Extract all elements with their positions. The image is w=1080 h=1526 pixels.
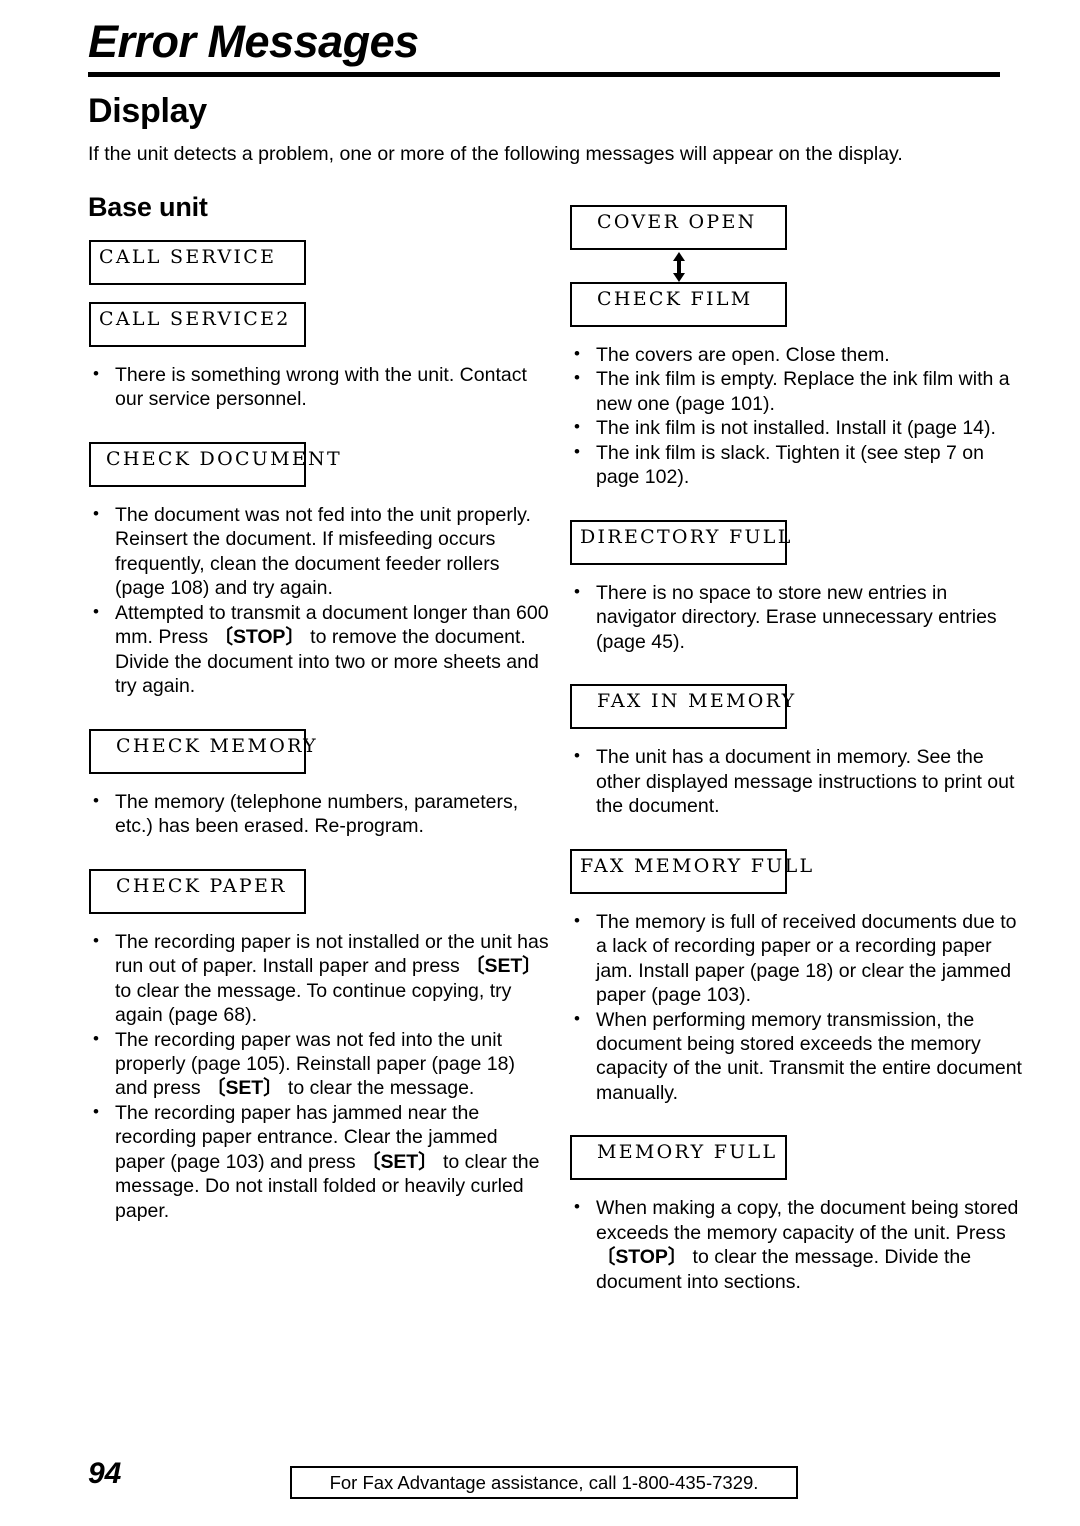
fax-advantage-notice: For Fax Advantage assistance, call 1-800… <box>290 1466 798 1499</box>
list-item: The recording paper has jammed near the … <box>89 1100 549 1223</box>
lcd-display-text: CHECK PAPER <box>116 874 287 897</box>
key-label-set: 〔SET〕 <box>465 955 542 978</box>
list-item: Attempted to transmit a document longer … <box>89 600 549 699</box>
list-item: There is no space to store new entries i… <box>570 580 1030 654</box>
lcd-display-text: CHECK DOCUMENT <box>106 447 342 470</box>
subsection-title: Base unit <box>88 192 208 222</box>
list-item: When performing memory transmission, the… <box>570 1007 1030 1106</box>
message-group: CHECK DOCUMENT The document was not fed i… <box>89 441 549 699</box>
message-group: CHECK PAPER The recording paper is not in… <box>89 868 549 1224</box>
lcd-display-text: CHECK FILM <box>597 288 753 310</box>
header-rule <box>88 72 1000 77</box>
list-item: The recording paper is not installed or … <box>89 929 549 1028</box>
list-item: The recording paper was not fed into the… <box>89 1026 549 1101</box>
list-item: The memory (telephone numbers, parameter… <box>89 789 549 839</box>
explanation-list: The memory is full of received documents… <box>570 909 1030 1106</box>
key-label-stop: 〔STOP〕 <box>213 626 305 649</box>
explanation-list: When making a copy, the document being s… <box>570 1195 1030 1294</box>
message-group: COVER OPEN CHECK FILM The covers are open.… <box>570 205 1030 490</box>
lcd-display-box: CHECK DOCUMENT <box>89 441 342 487</box>
explanation-list: The document was not fed into the unit p… <box>89 502 549 699</box>
page-number: 94 <box>88 1457 122 1490</box>
lcd-display-text: FAX IN MEMORY <box>597 690 797 713</box>
lcd-display-text: DIRECTORY FULL <box>580 525 793 548</box>
explanation-list: The unit has a document in memory. See t… <box>570 744 1030 818</box>
lcd-display-box: MEMORY FULL <box>570 1135 787 1181</box>
explanation-list: The recording paper is not installed or … <box>89 929 549 1224</box>
message-group: CALL SERVICE CALL SERVICE2 There is someth… <box>89 240 549 412</box>
message-group: FAX IN MEMORY The unit has a document in … <box>570 684 1030 818</box>
key-label-stop: 〔STOP〕 <box>596 1246 688 1269</box>
message-group: CHECK MEMORY The memory (telephone number… <box>89 728 549 839</box>
lcd-display-box: CHECK PAPER <box>89 868 306 914</box>
lcd-display-text: FAX MEMORY FULL <box>580 854 815 877</box>
key-label-set: 〔SET〕 <box>206 1077 283 1100</box>
manual-page: Error Messages Display If the unit detec… <box>0 0 1080 1526</box>
explanation-list: There is no space to store new entries i… <box>570 580 1030 654</box>
lcd-display-text: COVER OPEN <box>597 211 757 233</box>
lcd-display-box: FAX MEMORY FULL <box>570 848 815 894</box>
list-item: The covers are open. Close them. <box>570 342 1030 367</box>
lcd-display-box: CALL SERVICE <box>89 240 306 285</box>
section-title: Display <box>88 92 207 130</box>
list-item: There is something wrong with the unit. … <box>89 362 549 412</box>
chapter-title: Error Messages <box>88 16 419 67</box>
list-item: The unit has a document in memory. See t… <box>570 744 1030 818</box>
lcd-display-box: COVER OPEN <box>570 205 787 250</box>
key-label-set: 〔SET〕 <box>361 1150 438 1173</box>
explanation-list: The memory (telephone numbers, parameter… <box>89 789 549 839</box>
message-group: DIRECTORY FULL There is no space to store… <box>570 519 1030 654</box>
lcd-display-text: CALL SERVICE <box>99 246 277 268</box>
lcd-display-text: CALL SERVICE2 <box>99 308 291 330</box>
lcd-display-box: CALL SERVICE2 <box>89 302 306 347</box>
list-item: The memory is full of received documents… <box>570 909 1030 1008</box>
list-item: The ink film is not installed. Install i… <box>570 415 1030 440</box>
lcd-display-box: DIRECTORY FULL <box>570 519 793 565</box>
lcd-display-text: MEMORY FULL <box>597 1141 778 1164</box>
list-item: The document was not fed into the unit p… <box>89 502 549 601</box>
list-item: When making a copy, the document being s… <box>570 1195 1030 1294</box>
lcd-display-text: CHECK MEMORY <box>116 734 318 757</box>
up-down-arrow-icon <box>570 250 787 282</box>
list-item: The ink film is slack. Tighten it (see s… <box>570 440 1030 490</box>
list-item: The ink film is empty. Replace the ink f… <box>570 366 1030 416</box>
lcd-display-box: CHECK FILM <box>570 282 787 327</box>
explanation-list: The covers are open. Close them.The ink … <box>570 342 1030 490</box>
message-group: FAX MEMORY FULL The memory is full of rec… <box>570 848 1030 1106</box>
intro-paragraph: If the unit detects a problem, one or mo… <box>88 143 903 165</box>
lcd-display-box: FAX IN MEMORY <box>570 684 797 730</box>
lcd-display-box: CHECK MEMORY <box>89 728 318 774</box>
explanation-list: There is something wrong with the unit. … <box>89 362 549 412</box>
message-group: MEMORY FULL When making a copy, the docum… <box>570 1135 1030 1294</box>
